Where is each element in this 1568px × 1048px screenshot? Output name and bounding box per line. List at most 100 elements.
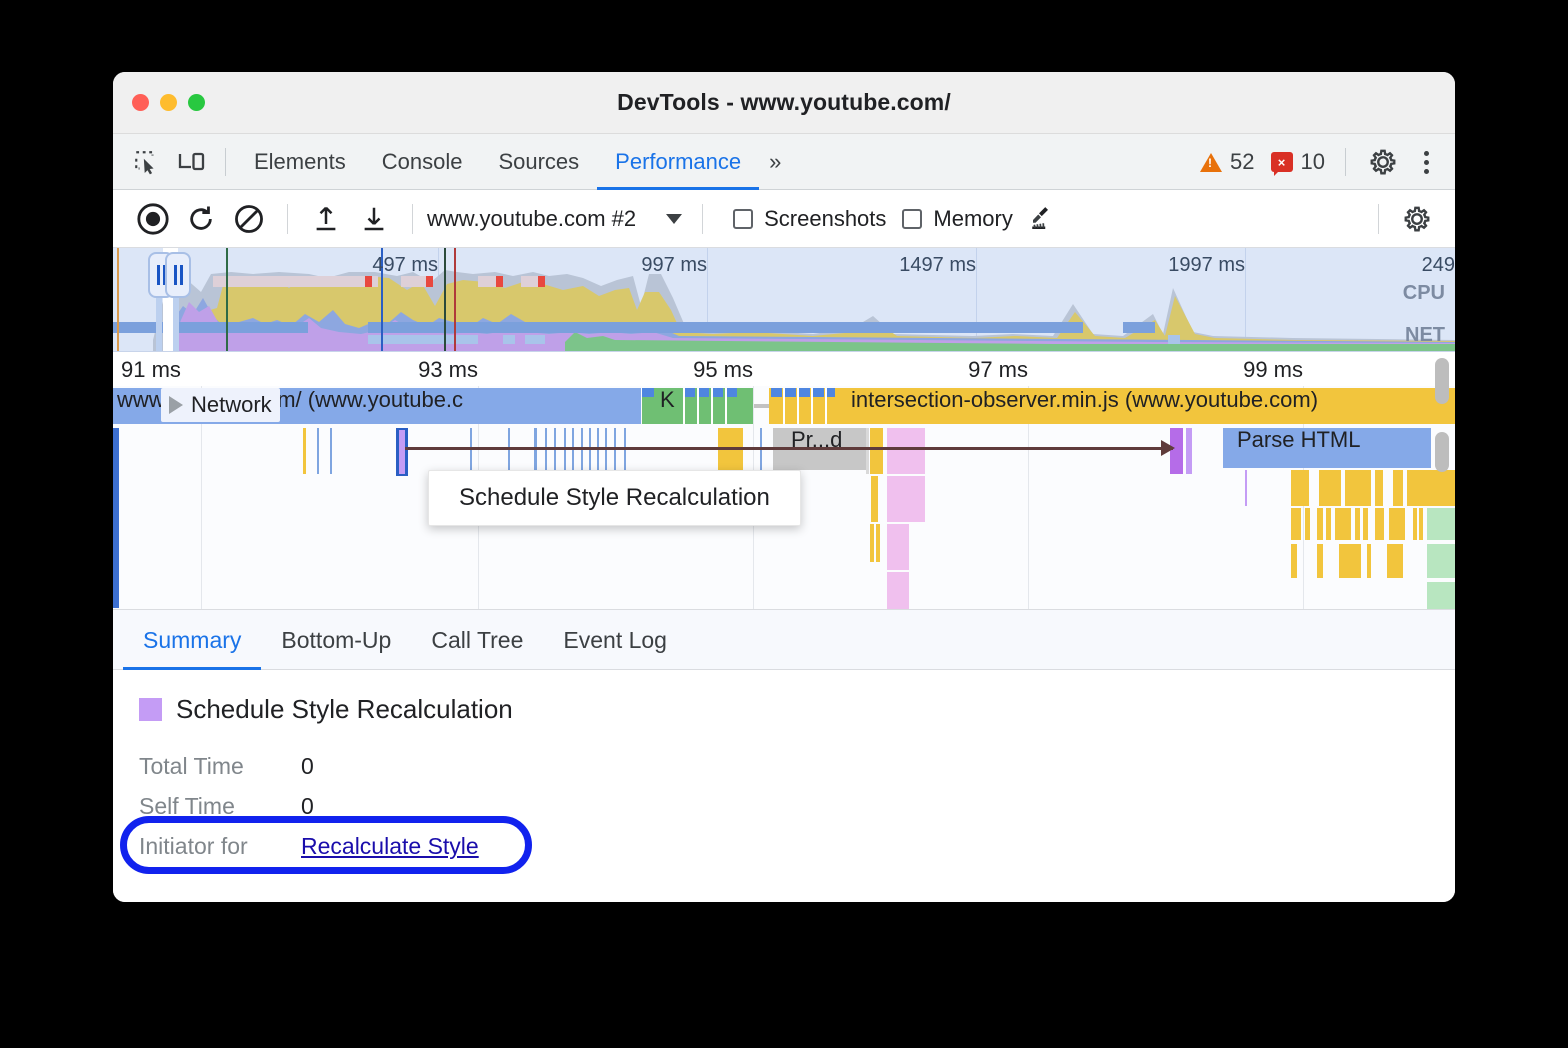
event-script[interactable] xyxy=(1317,544,1323,578)
event-sliver xyxy=(534,428,537,474)
clear-button[interactable] xyxy=(225,195,273,243)
save-profile-icon[interactable] xyxy=(350,195,398,243)
event-script[interactable] xyxy=(1375,470,1383,506)
event-paint[interactable] xyxy=(1427,544,1455,578)
event-script[interactable] xyxy=(1305,508,1310,540)
event-cap xyxy=(785,388,796,397)
event-sliver xyxy=(564,428,566,474)
errors-counter[interactable]: × 10 xyxy=(1265,149,1331,175)
event-script[interactable] xyxy=(1317,508,1323,540)
event-cap xyxy=(642,388,654,397)
event-script[interactable] xyxy=(1413,508,1417,540)
event-script[interactable] xyxy=(1291,470,1309,506)
event-script[interactable] xyxy=(1393,470,1403,506)
event-script[interactable] xyxy=(1375,508,1384,540)
perf-toolbar-divider-1 xyxy=(287,204,288,234)
event-cap xyxy=(684,388,695,397)
event-script[interactable] xyxy=(1367,544,1371,578)
network-track-header[interactable]: Network xyxy=(161,388,280,422)
perf-toolbar-divider-3 xyxy=(702,204,703,234)
tab-bottom-up[interactable]: Bottom-Up xyxy=(261,610,411,670)
overview-tick-2: 1497 ms xyxy=(899,254,976,277)
warnings-counter[interactable]: 52 xyxy=(1194,149,1260,175)
device-toolbar-icon[interactable] xyxy=(169,139,215,185)
tab-performance[interactable]: Performance xyxy=(597,134,759,190)
maximize-window-button[interactable] xyxy=(188,94,205,111)
timeline-left-edge-bar xyxy=(113,428,119,608)
event-script[interactable] xyxy=(1339,544,1361,578)
timeline-marker xyxy=(117,248,119,351)
event-script[interactable] xyxy=(1326,508,1331,540)
event-sliver xyxy=(871,476,878,522)
event-sliver xyxy=(303,428,306,474)
inspect-element-icon[interactable] xyxy=(123,139,169,185)
event-script[interactable] xyxy=(1355,508,1360,540)
timeline-overview[interactable]: 497 ms 997 ms 1497 ms 1997 ms 249 CPU NE… xyxy=(113,248,1455,352)
tab-console[interactable]: Console xyxy=(364,134,481,190)
event-script[interactable] xyxy=(1389,508,1405,540)
event-script[interactable] xyxy=(1291,544,1297,578)
overview-window-right-handle[interactable] xyxy=(165,252,191,298)
close-window-button[interactable] xyxy=(132,94,149,111)
record-button[interactable] xyxy=(129,195,177,243)
vertical-scrollbar-thumb-2[interactable] xyxy=(1435,432,1449,472)
event-script[interactable] xyxy=(1419,508,1423,540)
session-dropdown[interactable]: www.youtube.com #2 xyxy=(427,206,688,232)
tab-sources[interactable]: Sources xyxy=(480,134,597,190)
event-script[interactable] xyxy=(1387,544,1403,578)
flame-chart-ruler: 91 ms 93 ms 95 ms 97 ms 99 ms xyxy=(113,352,1455,386)
self-time-label: Self Time xyxy=(139,793,301,820)
event-recalc-style[interactable] xyxy=(887,428,925,474)
event-cap xyxy=(799,388,810,397)
event-label: intersection-observer.min.js (www.youtub… xyxy=(769,388,1318,412)
devtools-tab-bar: Elements Console Sources Performance » 5… xyxy=(113,134,1455,190)
initiator-arrow xyxy=(405,447,1173,450)
collect-garbage-icon[interactable] xyxy=(1019,195,1067,243)
devtools-window: DevTools - www.youtube.com/ Elements Con… xyxy=(113,72,1455,902)
tab-summary[interactable]: Summary xyxy=(123,610,261,670)
load-profile-icon[interactable] xyxy=(302,195,350,243)
more-tabs-icon[interactable]: » xyxy=(759,149,791,175)
tab-elements[interactable]: Elements xyxy=(236,134,364,190)
tab-event-log[interactable]: Event Log xyxy=(543,610,687,670)
event-script[interactable] xyxy=(1291,508,1301,540)
error-icon: × xyxy=(1271,152,1293,172)
event-sliver xyxy=(1186,428,1192,474)
memory-checkbox[interactable]: Memory xyxy=(902,206,1012,232)
screenshots-checkbox[interactable]: Screenshots xyxy=(733,206,886,232)
vertical-scrollbar-thumb[interactable] xyxy=(1435,358,1449,404)
event-sliver xyxy=(876,524,880,562)
event-sliver xyxy=(508,428,510,474)
event-recalc-style[interactable] xyxy=(887,572,909,610)
reload-and-record-button[interactable] xyxy=(177,195,225,243)
event-recalc-style[interactable] xyxy=(887,524,909,570)
event-script[interactable] xyxy=(1345,470,1371,506)
event-paint[interactable] xyxy=(1427,582,1455,610)
event-script[interactable] xyxy=(1407,470,1455,506)
self-time-value: 0 xyxy=(301,793,314,820)
event-parse-html[interactable]: Parse HTML xyxy=(1223,428,1431,468)
selected-event-inner xyxy=(399,430,405,474)
event-tooltip: Schedule Style Recalculation xyxy=(428,470,801,526)
event-script-block[interactable] xyxy=(718,428,743,474)
screenshots-checkbox-box xyxy=(733,209,753,229)
tab-call-tree[interactable]: Call Tree xyxy=(411,610,543,670)
event-script[interactable] xyxy=(1363,508,1368,540)
more-options-icon[interactable] xyxy=(1410,151,1443,174)
flame-chart[interactable]: 91 ms 93 ms 95 ms 97 ms 99 ms www.youtub… xyxy=(113,352,1455,610)
gear-icon[interactable] xyxy=(1360,139,1406,185)
minimize-window-button[interactable] xyxy=(160,94,177,111)
event-intersection-observer[interactable]: intersection-observer.min.js (www.youtub… xyxy=(769,388,1455,424)
total-time-label: Total Time xyxy=(139,753,301,780)
initiator-link[interactable]: Recalculate Style xyxy=(301,833,479,860)
title-bar: DevTools - www.youtube.com/ xyxy=(113,72,1455,134)
event-recalc-style[interactable] xyxy=(887,476,925,522)
event-paint[interactable] xyxy=(1427,508,1455,540)
event-sliver xyxy=(870,428,883,474)
chevron-down-icon xyxy=(666,214,682,224)
capture-settings-gear-icon[interactable] xyxy=(1393,195,1441,243)
total-time-value: 0 xyxy=(301,753,314,780)
event-script[interactable] xyxy=(1319,470,1341,506)
event-script[interactable] xyxy=(1335,508,1351,540)
warnings-count: 52 xyxy=(1230,149,1254,175)
